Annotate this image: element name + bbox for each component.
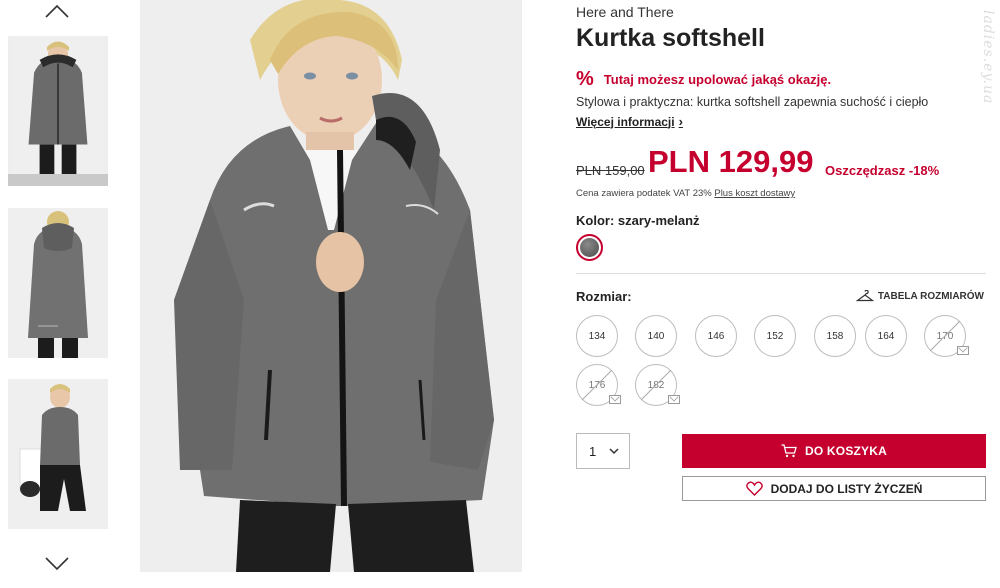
quantity-select[interactable]: 1 — [576, 433, 630, 469]
heart-icon — [745, 481, 763, 496]
envelope-icon — [609, 395, 621, 404]
add-to-cart-label: DO KOSZYKA — [804, 444, 887, 458]
size-option-152[interactable]: 152 — [754, 315, 796, 357]
deal-banner: % Tutaj możesz upolować jakąś okazję. — [576, 69, 831, 89]
color-label: Kolor: szary-melanż — [576, 213, 700, 228]
size-label-text: 140 — [647, 330, 665, 342]
hanger-icon — [855, 290, 874, 302]
size-option-176-unavailable[interactable]: 176 — [576, 364, 621, 406]
color-swatch-fill — [580, 238, 599, 257]
more-info-label: Więcej informacji — [576, 114, 675, 129]
size-table-link[interactable]: TABELA ROZMIARÓW — [855, 290, 984, 302]
product-thumbnail-image — [8, 379, 108, 529]
unavailable-slash — [929, 320, 961, 352]
size-option-182-unavailable[interactable]: 182 — [635, 364, 680, 406]
thumbnail-seated[interactable] — [8, 379, 108, 529]
chevron-right-icon: › — [678, 114, 683, 129]
brand-name[interactable]: Here and There — [576, 4, 674, 20]
size-label-text: 152 — [766, 330, 784, 342]
size-option-140[interactable]: 140 — [635, 315, 677, 357]
percent-icon: % — [576, 68, 594, 90]
add-to-wishlist-label: DODAJ DO LISTY ŻYCZEŃ — [770, 481, 923, 496]
thumbnail-back[interactable] — [8, 208, 108, 358]
watermark: ladies.ey.ua — [980, 10, 996, 105]
cart-icon — [781, 444, 797, 458]
current-price: PLN 129,99 — [648, 144, 814, 179]
quantity-value: 1 — [589, 443, 597, 459]
vat-info: Cena zawiera podatek VAT 23% Plus koszt … — [576, 188, 795, 199]
shipping-cost-link[interactable]: Plus koszt dostawy — [714, 188, 795, 199]
product-thumbnail-image — [12, 36, 104, 174]
unavailable-slash — [581, 369, 613, 401]
size-label-text: 164 — [877, 330, 895, 342]
product-photo — [140, 0, 522, 572]
price-row: PLN 159,00 PLN 129,99 Oszczędzasz -18% — [576, 143, 988, 183]
vat-text: Cena zawiera podatek VAT 23% — [576, 188, 712, 199]
envelope-icon — [957, 346, 969, 355]
size-option-134[interactable]: 134 — [576, 315, 618, 357]
size-option-170-unavailable[interactable]: 170 — [924, 315, 969, 357]
add-to-cart-button[interactable]: DO KOSZYKA — [682, 434, 986, 468]
size-label-text: 134 — [588, 330, 606, 342]
size-option-158[interactable]: 158 — [814, 315, 856, 357]
size-label-text: 146 — [707, 330, 725, 342]
size-label: Rozmiar: — [576, 289, 632, 304]
envelope-icon — [668, 395, 680, 404]
product-description: Stylowa i praktyczna: kurtka softshell z… — [576, 95, 929, 109]
chevron-up-icon — [45, 4, 69, 18]
old-price: PLN 159,00 — [576, 163, 645, 178]
color-swatch-selected[interactable] — [576, 234, 603, 261]
size-label-text: 158 — [826, 330, 844, 342]
divider — [576, 273, 986, 274]
gallery-down-button[interactable] — [40, 553, 74, 575]
chevron-down-icon — [45, 557, 69, 571]
size-option-146[interactable]: 146 — [695, 315, 737, 357]
thumbnail-gallery — [0, 0, 115, 588]
size-table-label: TABELA ROZMIARÓW — [877, 290, 984, 302]
gallery-up-button[interactable] — [40, 0, 74, 22]
thumbnail-front[interactable] — [8, 36, 108, 186]
main-product-image[interactable] — [140, 0, 522, 572]
chevron-down-icon — [609, 448, 619, 455]
product-thumbnail-image — [8, 208, 108, 358]
more-info-link[interactable]: Więcej informacji › — [576, 114, 683, 129]
unavailable-slash — [640, 369, 672, 401]
savings-label: Oszczędzasz -18% — [825, 163, 940, 178]
deal-text: Tutaj możesz upolować jakąś okazję. — [603, 71, 832, 87]
add-to-wishlist-button[interactable]: DODAJ DO LISTY ŻYCZEŃ — [682, 476, 986, 501]
product-title: Kurtka softshell — [576, 24, 765, 52]
size-option-164[interactable]: 164 — [865, 315, 907, 357]
